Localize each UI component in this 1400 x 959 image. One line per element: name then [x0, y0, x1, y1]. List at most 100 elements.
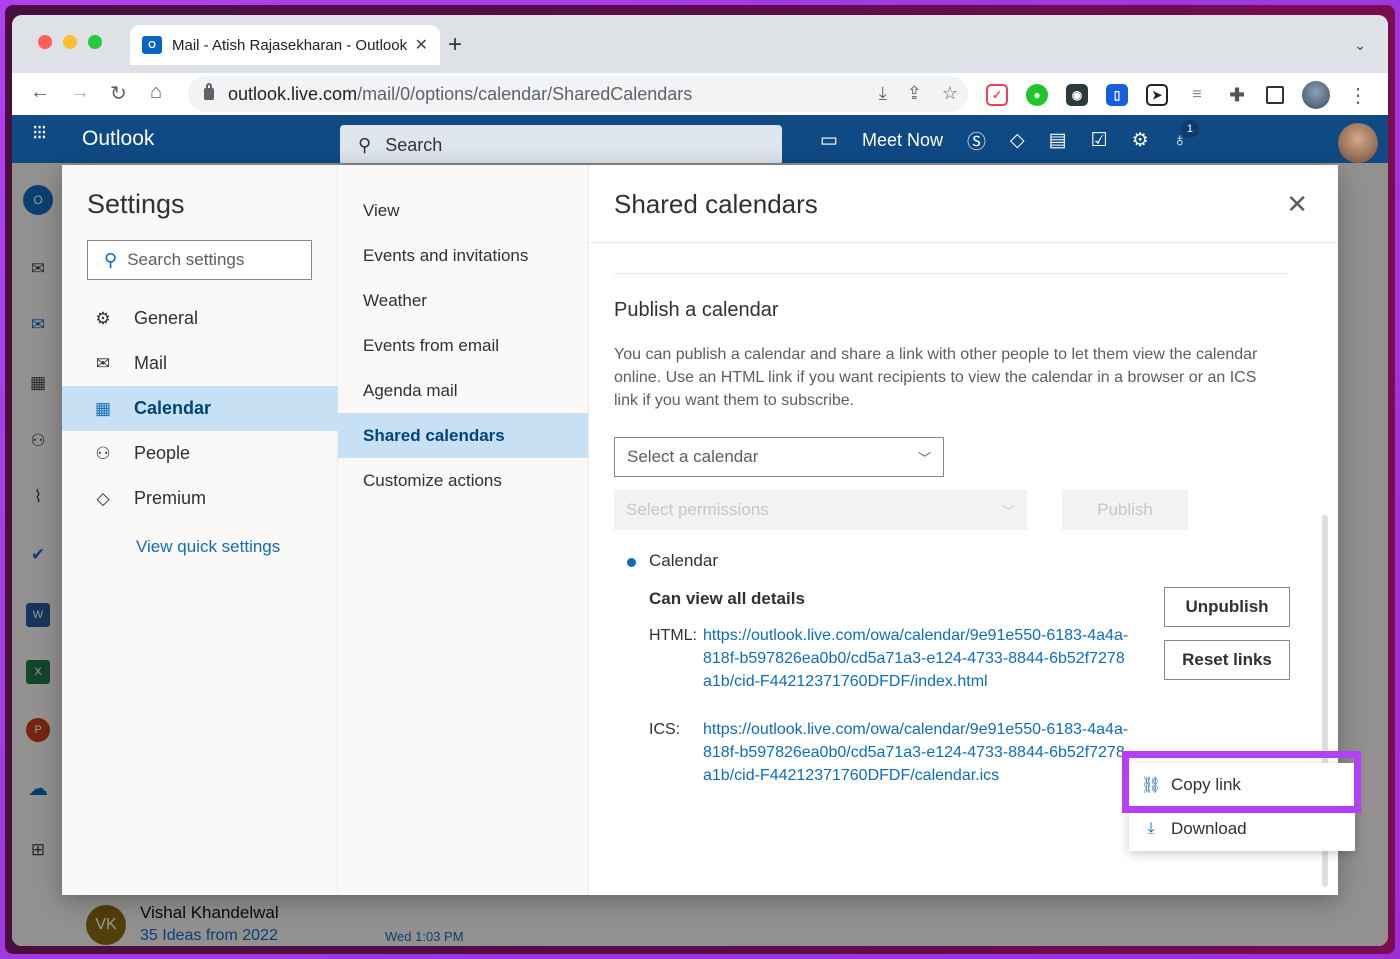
- settings-gear-icon[interactable]: ⚙: [1132, 129, 1149, 152]
- onenote-feed-icon[interactable]: ▤: [1049, 129, 1067, 152]
- meet-now-button[interactable]: Meet Now: [862, 130, 943, 151]
- category-label: Calendar: [134, 398, 212, 418]
- video-camera-icon: ▭: [820, 130, 838, 151]
- calendar-subcategories: View Events and invitations Weather Even…: [338, 165, 589, 895]
- reset-links-button[interactable]: Reset links: [1164, 640, 1290, 680]
- send-extension-icon[interactable]: ➤: [1146, 84, 1168, 106]
- outlook-favicon-icon: O: [142, 36, 162, 54]
- close-window-button[interactable]: [38, 35, 52, 49]
- ics-link-label: ICS:: [649, 721, 681, 738]
- outlook-header: ⁝⁝⁝ Outlook ⚲ Search ▭ Meet Now Ⓢ ◇ ▤ ☑ …: [12, 115, 1388, 165]
- tab-search-chevron-icon[interactable]: ⌄: [1354, 37, 1366, 54]
- url-path: /mail/0/options/calendar/SharedCalendars: [357, 83, 693, 104]
- subcategory-view[interactable]: View: [338, 188, 588, 233]
- mail-icon: ✉: [95, 353, 111, 373]
- reader-extension-icon[interactable]: ≡: [1186, 84, 1208, 106]
- install-app-icon[interactable]: ⤓: [879, 83, 887, 104]
- my-day-icon[interactable]: ☑: [1091, 129, 1108, 152]
- address-bar[interactable]: outlook.live.com/mail/0/options/calendar…: [188, 76, 968, 112]
- subcategory-events-from-email[interactable]: Events from email: [338, 323, 588, 368]
- account-avatar[interactable]: [1338, 123, 1378, 163]
- download-icon: ⤓: [1147, 820, 1155, 837]
- link-icon: ⛓: [1141, 777, 1162, 794]
- home-button[interactable]: ⌂: [150, 81, 162, 104]
- published-calendar-name: Calendar: [649, 551, 718, 570]
- subcategory-shared-calendars[interactable]: Shared calendars: [338, 413, 588, 458]
- select-permissions-placeholder: Select permissions: [626, 500, 769, 519]
- browser-toolbar: ← → ↻ ⌂ outlook.live.com/mail/0/options/…: [12, 73, 1388, 115]
- premium-diamond-icon[interactable]: ◇: [1010, 129, 1025, 152]
- permission-label: Can view all details: [649, 589, 805, 608]
- select-calendar-placeholder: Select a calendar: [627, 447, 759, 466]
- browser-tab[interactable]: O Mail - Atish Rajasekharan - Outlook ✕: [130, 25, 440, 65]
- ics-link-url[interactable]: https://outlook.live.com/owa/calendar/9e…: [703, 718, 1133, 787]
- chevron-down-icon: ﹀: [917, 450, 931, 466]
- app-launcher-icon[interactable]: ⁝⁝⁝: [32, 123, 47, 143]
- category-people[interactable]: ⚇ People: [62, 431, 338, 476]
- url-host: outlook.live.com: [228, 83, 358, 104]
- category-mail[interactable]: ✉ Mail: [62, 341, 338, 386]
- section-divider: [614, 273, 1289, 274]
- pocket-extension-icon[interactable]: ✓: [986, 84, 1008, 106]
- publish-description: You can publish a calendar and share a l…: [614, 346, 1258, 409]
- lock-icon: [204, 83, 214, 100]
- tab-close-icon[interactable]: ✕: [415, 35, 428, 55]
- settings-search-input[interactable]: ⚲ Search settings: [87, 240, 312, 280]
- gear-icon: ⚙: [95, 308, 111, 328]
- download-menu-item[interactable]: ⤓ Download: [1129, 807, 1355, 851]
- calendar-icon: ▦: [94, 398, 112, 418]
- minimize-window-button[interactable]: [63, 35, 77, 49]
- category-premium[interactable]: ◇ Premium: [62, 476, 338, 521]
- settings-title: Settings: [87, 189, 185, 219]
- browser-profile-avatar[interactable]: [1302, 81, 1330, 109]
- settings-search-placeholder: Search settings: [127, 250, 245, 269]
- unpublish-button[interactable]: Unpublish: [1164, 587, 1290, 627]
- reload-button[interactable]: ↻: [110, 81, 127, 106]
- category-label: Premium: [134, 488, 207, 508]
- html-link-label: HTML:: [649, 627, 697, 644]
- download-label: Download: [1171, 819, 1247, 838]
- tips-lightbulb-icon[interactable]: ♁ 1: [1173, 119, 1199, 152]
- bookmark-star-icon[interactable]: ☆: [942, 83, 958, 104]
- category-calendar[interactable]: ▦ Calendar: [62, 386, 338, 431]
- html-link-url[interactable]: https://outlook.live.com/owa/calendar/9e…: [703, 624, 1133, 693]
- back-button[interactable]: ←: [30, 81, 50, 104]
- copy-link-menu-item[interactable]: ⛓ Copy link: [1129, 763, 1355, 807]
- subcategory-events-and-invitations[interactable]: Events and invitations: [338, 233, 588, 278]
- extensions-puzzle-icon[interactable]: ✚: [1226, 84, 1248, 106]
- spy-extension-icon[interactable]: ◉: [1066, 84, 1088, 106]
- publish-button[interactable]: Publish: [1062, 490, 1188, 530]
- skype-icon[interactable]: Ⓢ: [967, 127, 986, 154]
- url-text[interactable]: outlook.live.com/mail/0/options/calendar…: [228, 84, 692, 105]
- browser-menu-icon[interactable]: ⋮: [1348, 83, 1368, 108]
- maximize-window-button[interactable]: [88, 35, 102, 49]
- category-general[interactable]: ⚙ General: [62, 296, 338, 341]
- outlook-search-placeholder: Search: [385, 134, 443, 155]
- bitwarden-extension-icon[interactable]: ▯: [1106, 84, 1128, 106]
- subcategory-agenda-mail[interactable]: Agenda mail: [338, 368, 588, 413]
- subcategory-customize-actions[interactable]: Customize actions: [338, 458, 588, 503]
- close-icon[interactable]: ✕: [1286, 189, 1308, 220]
- diamond-icon: ◇: [96, 488, 110, 508]
- outlook-brand[interactable]: Outlook: [82, 127, 154, 151]
- green-extension-icon[interactable]: ●: [1026, 84, 1048, 106]
- link-context-menu: ⛓ Copy link ⤓ Download: [1129, 763, 1355, 851]
- ics-link-row: ICS: https://outlook.live.com/owa/calend…: [649, 718, 1133, 787]
- outlook-search-box[interactable]: ⚲ Search: [340, 125, 782, 165]
- forward-button[interactable]: →: [70, 81, 90, 104]
- share-icon[interactable]: ⇪: [907, 83, 922, 104]
- category-label: People: [134, 443, 191, 463]
- search-icon: ⚲: [104, 249, 118, 270]
- calendar-color-dot: [627, 558, 636, 567]
- new-tab-button[interactable]: +: [448, 33, 462, 57]
- chevron-down-icon: ﹀: [1001, 503, 1015, 519]
- settings-categories: Settings ⚲ Search settings ⚙ General ✉ M…: [62, 165, 338, 895]
- select-permissions-dropdown[interactable]: Select permissions ﹀: [614, 490, 1027, 530]
- subcategory-weather[interactable]: Weather: [338, 278, 588, 323]
- publish-section-title: Publish a calendar: [614, 299, 779, 321]
- view-quick-settings-link[interactable]: View quick settings: [136, 537, 280, 557]
- side-panel-icon[interactable]: [1266, 86, 1284, 104]
- tips-badge: 1: [1180, 119, 1199, 138]
- select-calendar-dropdown[interactable]: Select a calendar ﹀: [614, 437, 944, 477]
- tab-title: Mail - Atish Rajasekharan - Outlook: [172, 36, 408, 54]
